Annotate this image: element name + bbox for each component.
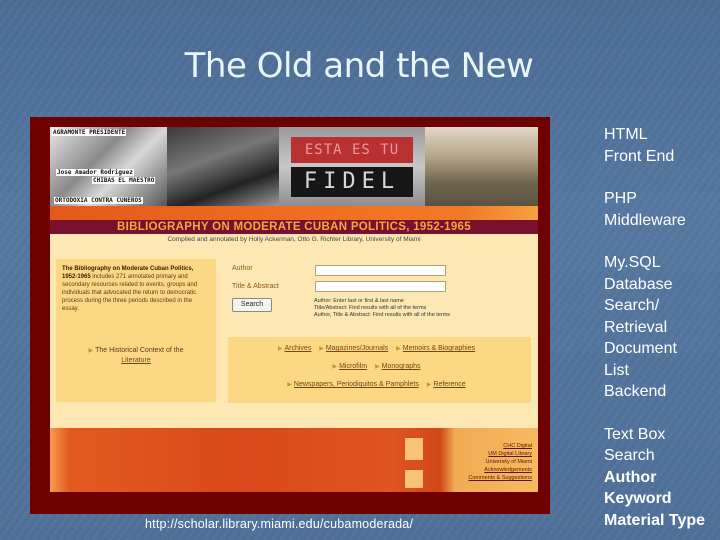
- list-line: Search: [604, 447, 655, 464]
- category-row: ▶ Microfilm ▶ Monographs: [228, 358, 531, 376]
- search-features-item: Text Box Search Author Keyword Material …: [604, 424, 705, 532]
- arrow-bullet-icon: ▶: [277, 346, 283, 352]
- author-label: Author: [232, 265, 253, 272]
- list-line: PHP: [604, 190, 637, 207]
- list-line: Backend: [604, 383, 667, 400]
- category-row: ▶ Newspapers, Periodiquitos & Pamphlets ▶…: [228, 376, 531, 394]
- author-input[interactable]: [315, 265, 446, 276]
- title-abstract-label: Title & Abstract: [232, 283, 279, 290]
- chc-digital-link[interactable]: CHC Digital: [468, 442, 532, 450]
- plate-top-text: ESTA ES TU CASA: [291, 137, 413, 184]
- backend-item: My.SQL Database Search/ Retrieval Docume…: [604, 252, 705, 403]
- search-help: Author: Enter last or first & last name …: [314, 298, 450, 319]
- acknowledgements-link[interactable]: Acknowledgements: [468, 466, 532, 474]
- banner-photo-desk: [167, 127, 279, 206]
- memoirs-biographies-link[interactable]: Memoirs & Biographies: [403, 345, 475, 352]
- list-line: Document: [604, 340, 677, 357]
- list-line: Text Box: [604, 425, 666, 443]
- list-line: HTML: [604, 126, 648, 143]
- banner-photo-rally: AGRAMONTE PRESIDENTE Jose Amador Rodrigu…: [50, 127, 167, 206]
- magazines-journals-link[interactable]: Magazines/Journals: [326, 345, 388, 352]
- banner-photos: AGRAMONTE PRESIDENTE Jose Amador Rodrigu…: [50, 127, 538, 206]
- architecture-list: HTML Front End PHP Middleware My.SQL Dat…: [604, 124, 705, 531]
- archives-link[interactable]: Archives: [284, 345, 311, 352]
- arrow-bullet-icon: ▶: [396, 346, 401, 352]
- reference-link[interactable]: Reference: [433, 381, 465, 388]
- comments-suggestions-link[interactable]: Comments & Suggestions: [468, 474, 532, 482]
- context-prefix: The Historical Context of the: [95, 347, 184, 354]
- site-heading: BIBLIOGRAPHY ON MODERATE CUBAN POLITICS,…: [50, 220, 538, 234]
- about-panel: The Bibliography on Moderate Cuban Polit…: [56, 259, 216, 335]
- footer-photo-window: [405, 470, 423, 488]
- photo-caption: AGRAMONTE PRESIDENTE: [52, 129, 127, 136]
- university-of-miami-link[interactable]: University of Miami: [468, 458, 532, 466]
- banner-photo-plate: ESTA ES TU CASA FIDEL: [279, 127, 425, 206]
- middleware-item: PHP Middleware: [604, 188, 705, 231]
- arrow-bullet-icon: ▶: [88, 348, 94, 354]
- photo-caption: Jose Amador Rodriguez: [56, 169, 134, 176]
- footer-photo-window: [405, 438, 423, 460]
- plate-bottom-text: FIDEL: [291, 167, 413, 197]
- category-links-panel: ▶ Archives ▶ Magazines/Journals ▶ Memoirs &…: [228, 337, 531, 403]
- literature-link[interactable]: Literature: [121, 357, 151, 364]
- slide-title-text: The Old and the New: [184, 46, 534, 86]
- list-line: My.SQL: [604, 254, 661, 271]
- category-row: ▶ Archives ▶ Magazines/Journals ▶ Memoirs &…: [228, 340, 531, 358]
- footer-photo: CHC Digital UM Digital Library Universit…: [50, 428, 538, 492]
- photo-caption: ORTODOXIA CONTRA CUNEROS: [54, 197, 143, 204]
- um-digital-library-link[interactable]: UM Digital Library: [468, 450, 532, 458]
- url-caption: http://scholar.library.miami.edu/cubamod…: [145, 517, 414, 531]
- search-form: Author Title & Abstract Search Author: E…: [232, 262, 532, 328]
- list-line-bold: Author: [604, 468, 657, 486]
- photo-caption: CHIBAS EL MAESTRO: [92, 177, 156, 184]
- banner-strip: [50, 206, 538, 220]
- arrow-bullet-icon: ▶: [375, 364, 380, 370]
- arrow-bullet-icon: ▶: [332, 364, 338, 370]
- help-line: Author: Enter last or first & last name: [314, 298, 404, 304]
- arrow-bullet-icon: ▶: [287, 382, 292, 388]
- front-end-item: HTML Front End: [604, 124, 705, 167]
- list-line-bold: Material Type: [604, 511, 706, 529]
- list-line: List: [604, 361, 629, 379]
- banner-photo-landscape: [425, 127, 538, 206]
- newspapers-link[interactable]: Newspapers, Periodiquitos & Pamphlets: [294, 381, 419, 388]
- slide-title: The Old and the New: [0, 46, 720, 86]
- monographs-link[interactable]: Monographs: [382, 363, 421, 370]
- help-line: Author, Title & Abstract: Find results w…: [314, 312, 451, 318]
- help-line: Title/Abstract: Find results with all of…: [314, 305, 427, 311]
- list-line: Front End: [604, 147, 675, 165]
- list-line: Search/: [604, 297, 660, 314]
- list-line: Retrieval: [604, 318, 668, 336]
- historical-context-panel: ▶ The Historical Context of the Literatur…: [56, 335, 216, 402]
- search-button[interactable]: Search: [232, 298, 272, 312]
- microfilm-link[interactable]: Microfilm: [339, 363, 367, 370]
- title-abstract-input[interactable]: [315, 281, 446, 292]
- list-line-bold: Keyword: [604, 490, 672, 507]
- list-line: Middleware: [604, 211, 686, 229]
- content-overlay: The Bibliography on Moderate Cuban Polit…: [50, 234, 538, 428]
- arrow-bullet-icon: ▶: [426, 382, 432, 388]
- arrow-bullet-icon: ▶: [319, 346, 324, 352]
- list-line: Database: [604, 275, 673, 293]
- footer-links: CHC Digital UM Digital Library Universit…: [468, 442, 532, 482]
